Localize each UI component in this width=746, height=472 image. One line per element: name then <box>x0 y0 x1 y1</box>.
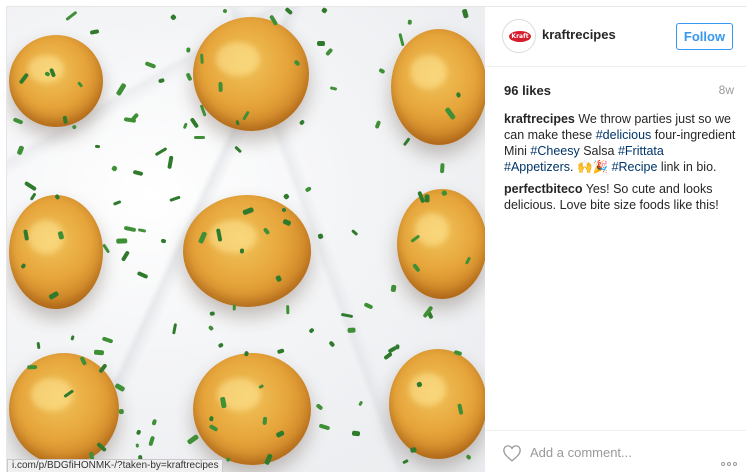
comment-text: Salsa <box>579 144 618 158</box>
hashtag-link[interactable]: #Frittata <box>618 144 664 158</box>
comment-bar <box>485 430 746 472</box>
chive-piece <box>193 136 205 140</box>
comment-text: . 🙌🎉 <box>570 160 612 174</box>
hashtag-link[interactable]: #delicious <box>596 128 652 142</box>
comment-text: link in bio. <box>657 160 717 174</box>
status-bar-url: i.com/p/BDGfiHONMK-/?taken-by=kraftrecip… <box>7 459 224 472</box>
frittata-muffin <box>193 17 309 131</box>
chive-piece <box>199 53 204 64</box>
username-link[interactable]: kraftrecipes <box>542 27 616 42</box>
add-comment-input[interactable] <box>530 445 680 460</box>
avatar[interactable]: Kraft <box>502 19 536 53</box>
chive-piece <box>316 40 325 46</box>
chive-piece <box>185 47 191 53</box>
hashtag-link[interactable]: #Recipe <box>612 160 658 174</box>
chive-piece <box>351 430 361 437</box>
chive-piece <box>347 327 356 334</box>
comments-list: kraftrecipes We throw parties just so we… <box>504 111 736 219</box>
chive-piece <box>262 416 267 426</box>
post-sidebar: Kraft kraftrecipes Follow 96 likes 8w kr… <box>485 7 746 472</box>
kraft-logo-icon: Kraft <box>509 31 531 42</box>
chive-piece <box>232 303 236 311</box>
post-photo[interactable]: i.com/p/BDGfiHONMK-/?taken-by=kraftrecip… <box>7 7 485 472</box>
post-age[interactable]: 8w <box>719 83 734 97</box>
chive-piece <box>424 194 430 203</box>
chive-piece <box>219 82 223 92</box>
chive-piece <box>285 304 290 315</box>
hashtag-link[interactable]: #Cheesy <box>530 144 579 158</box>
frittata-muffin <box>193 353 311 465</box>
comment: perfectbiteco Yes! So cute and looks del… <box>504 181 736 213</box>
instagram-post: i.com/p/BDGfiHONMK-/?taken-by=kraftrecip… <box>6 6 746 472</box>
chive-piece <box>221 8 228 14</box>
frittata-muffin <box>389 349 485 459</box>
comment: kraftrecipes We throw parties just so we… <box>504 111 736 175</box>
hashtag-link[interactable]: #Appetizers <box>504 160 570 174</box>
chive-piece <box>27 365 38 370</box>
follow-button[interactable]: Follow <box>676 23 733 50</box>
comment-author-link[interactable]: perfectbiteco <box>504 182 583 196</box>
frittata-muffin <box>391 29 485 145</box>
more-options-icon[interactable] <box>719 453 737 471</box>
post-header: Kraft kraftrecipes Follow <box>485 7 746 67</box>
comment-author-link[interactable]: kraftrecipes <box>504 112 575 126</box>
likes-count[interactable]: 96 likes <box>504 83 551 98</box>
heart-icon[interactable] <box>502 444 522 462</box>
chive-piece <box>115 238 127 244</box>
frittata-muffin <box>397 189 485 299</box>
